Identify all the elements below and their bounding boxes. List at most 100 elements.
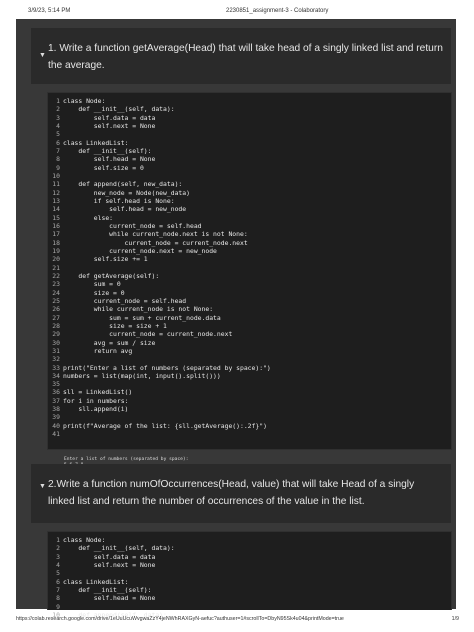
code-line: 26 while current_node is not None: (51, 305, 271, 313)
line-number: 3 (56, 552, 60, 561)
code-text: sll = LinkedList() (63, 388, 133, 397)
code-line: 3 self.data = data (51, 114, 271, 122)
code-text: self.next = None (63, 560, 156, 569)
print-datetime: 3/9/23, 5:14 PM (28, 8, 71, 14)
code-line: 11 def append(self, new_data): (51, 180, 271, 188)
code-text: current_node = current_node.next (63, 238, 248, 247)
code-line: 27 sum = sum + current_node.data (51, 314, 271, 322)
code-line: 7 def __init__(self): (51, 586, 175, 594)
line-number: 10 (52, 171, 60, 180)
line-number: 15 (52, 213, 60, 222)
code-line: 19 current_node.next = new_node (51, 247, 271, 255)
line-number: 30 (52, 338, 60, 347)
markdown-cell-2[interactable]: ▼ 2.Write a function numOfOccurrences(He… (31, 464, 451, 523)
line-number: 21 (52, 263, 60, 272)
code-line: 22 def getAverage(self): (51, 272, 271, 280)
code-text: current_node.next = new_node (63, 246, 217, 255)
code-line: 33 print("Enter a list of numbers (separa… (51, 363, 271, 372)
line-number: 34 (52, 371, 60, 380)
line-number: 6 (56, 577, 60, 586)
code-line: 25 current_node = self.head (51, 297, 271, 305)
line-number: 24 (52, 288, 60, 297)
code-text: while current_node is not None: (63, 305, 214, 314)
line-number: 22 (52, 271, 60, 280)
line-number: 29 (52, 330, 60, 339)
line-number: 17 (52, 230, 60, 239)
code-line: 5 (51, 130, 271, 138)
line-number: 41 (52, 430, 60, 439)
code-cell-1[interactable]: 1 class Node: 2 def __init__(self, data): 3… (47, 92, 452, 450)
code-line: 18 current_node = current_node.next (51, 239, 271, 247)
code-line: 4 self.next = None (51, 122, 271, 130)
code-text: self.data = data (63, 552, 156, 561)
line-number: 27 (52, 313, 60, 322)
code-line: 3 self.data = data (51, 553, 175, 561)
code-text: new_node = Node(new_data) (63, 188, 190, 197)
code-line: 6 class LinkedList: (51, 139, 271, 147)
code-line: 8 self.head = None (51, 155, 271, 163)
line-number: 11 (52, 180, 60, 189)
code-text: class Node: (63, 97, 106, 105)
code-line: 15 else: (51, 214, 271, 222)
line-number: 1 (56, 536, 60, 544)
code-text: self.size += 1 (63, 255, 148, 264)
code-line: 9 self.size = 0 (51, 164, 271, 172)
line-number: 14 (52, 205, 60, 214)
code-text: self.size = 0 (63, 163, 144, 172)
code-text: for i in numbers: (63, 396, 129, 405)
collapse-arrow-icon[interactable]: ▼ (39, 47, 46, 64)
line-number: 35 (52, 380, 60, 389)
code-line: 10 (51, 172, 271, 180)
code-line: 32 (51, 355, 271, 363)
code-line: 30 avg = sum / size (51, 339, 271, 347)
line-number: 7 (56, 585, 60, 594)
code-cell-2[interactable]: 1 class Node: 2 def __init__(self, data): 3… (47, 531, 452, 619)
line-number: 6 (56, 138, 60, 147)
line-number: 8 (56, 594, 60, 603)
code-text: def append(self, new_data): (63, 180, 183, 189)
code-text: sum = sum + current_node.data (63, 313, 221, 322)
code-line: 5 (51, 569, 175, 577)
line-number: 5 (56, 569, 60, 578)
code-line: 2 def __init__(self, data): (51, 105, 271, 113)
code-text: self.next = None (63, 121, 156, 130)
line-number: 12 (52, 188, 60, 197)
line-number: 31 (52, 346, 60, 355)
code-text: class LinkedList: (63, 577, 129, 586)
code-text: print("Enter a list of numbers (separate… (63, 363, 271, 372)
code-text: class Node: (63, 536, 106, 544)
code-text: size = 0 (63, 288, 125, 297)
code-line: 34 numbers = list(map(int, input().split(… (51, 372, 271, 380)
line-number: 18 (52, 238, 60, 247)
line-number: 5 (56, 130, 60, 139)
code-text: sum = 0 (63, 280, 121, 289)
code-editor-1[interactable]: 1 class Node: 2 def __init__(self, data): 3… (51, 97, 271, 438)
code-text: else: (63, 213, 114, 222)
collapse-arrow-icon[interactable]: ▼ (39, 478, 46, 495)
line-number: 23 (52, 280, 60, 289)
code-line: 29 current_node = current_node.next (51, 330, 271, 338)
line-number: 7 (56, 146, 60, 155)
print-header: 3/9/23, 5:14 PM 2230851_assignment-3 - C… (0, 0, 474, 16)
markdown-cell-1[interactable]: ▼ 1. Write a function getAverage(Head) t… (31, 28, 451, 84)
code-line: 12 new_node = Node(new_data) (51, 189, 271, 197)
code-line: 38 sll.append(i) (51, 405, 271, 413)
code-text: def __init__(self): (63, 585, 152, 594)
code-line: 8 self.head = None (51, 594, 175, 602)
code-line: 24 size = 0 (51, 289, 271, 297)
code-text: self.head = None (63, 155, 156, 164)
code-line: 2 def __init__(self, data): (51, 544, 174, 552)
code-line: 16 current_node = self.head (51, 222, 271, 230)
line-number: 19 (52, 246, 60, 255)
code-text: self.data = data (63, 113, 156, 122)
code-line: 39 (51, 413, 271, 421)
code-line: 13 if self.head is None: (51, 197, 271, 205)
code-text: return avg (63, 346, 133, 355)
line-number: 20 (52, 255, 60, 264)
line-number: 3 (56, 113, 60, 122)
print-page-number: 1/9 (451, 616, 459, 622)
code-line: 41 (51, 430, 271, 438)
code-editor-2[interactable]: 1 class Node: 2 def __init__(self, data): 3… (51, 536, 175, 619)
line-number: 8 (56, 155, 60, 164)
question-2-heading: 2.Write a function numOfOccurrences(Head… (48, 479, 415, 507)
